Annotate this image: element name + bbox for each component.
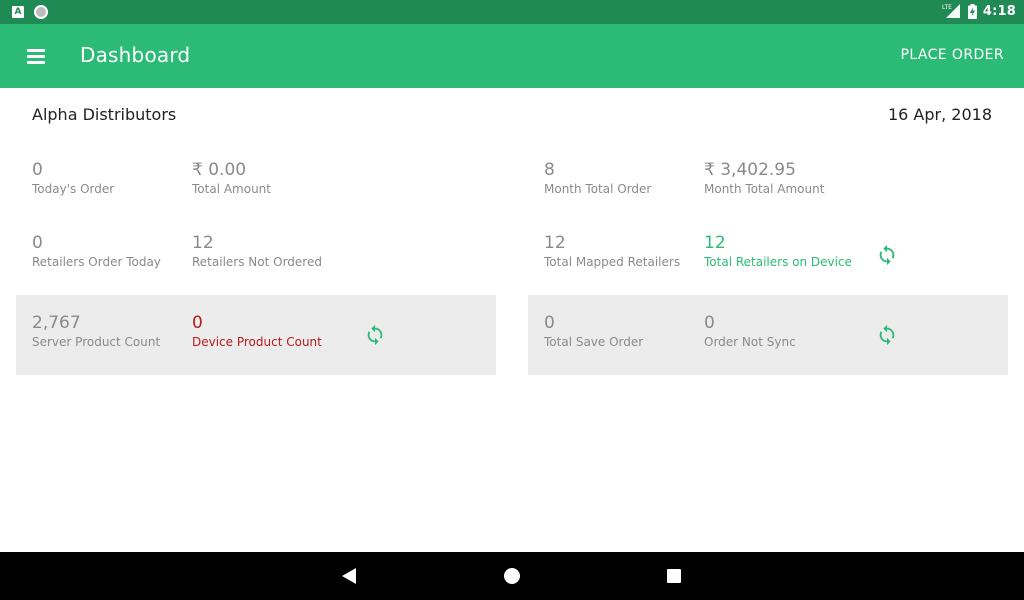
stat-label: Device Product Count (192, 335, 322, 349)
stat-value: ₹ 3,402.95 (704, 160, 796, 180)
stat-value: 0 (192, 313, 203, 333)
stat-label: Month Total Amount (704, 182, 825, 196)
stat-month-total-amount: ₹ 3,402.95 Month Total Amount (704, 160, 824, 197)
app-bar: Dashboard PLACE ORDER (0, 24, 1024, 88)
a-notification-icon: A (12, 6, 24, 18)
stat-label: Retailers Not Ordered (192, 255, 322, 269)
stat-value: 2,767 (32, 313, 81, 333)
sync-orders-icon[interactable] (876, 324, 898, 346)
status-bar-system: LTE 4:18 (942, 3, 1016, 19)
stat-server-product-count: 2,767 Server Product Count (32, 313, 160, 350)
current-date: 16 Apr, 2018 (887, 105, 992, 124)
stat-label: Retailers Order Today (32, 255, 161, 269)
stat-device-product-count: 0 Device Product Count (192, 313, 322, 350)
stat-value: 12 (544, 233, 566, 253)
status-time: 4:18 (982, 3, 1016, 19)
circle-notification-icon (34, 5, 48, 19)
home-icon[interactable] (504, 568, 520, 584)
hamburger-menu-icon[interactable] (27, 48, 45, 64)
stat-total-amount: ₹ 0.00 Total Amount (192, 160, 271, 197)
battery-charging-icon (967, 3, 977, 19)
stat-label: Total Retailers on Device (704, 255, 852, 269)
place-order-button[interactable]: PLACE ORDER (901, 47, 1004, 63)
stat-value: 0 (544, 313, 555, 333)
stat-retailers-not-ordered: 12 Retailers Not Ordered (192, 233, 322, 270)
stat-value: 8 (544, 160, 555, 180)
sync-products-icon[interactable] (364, 324, 386, 346)
recent-apps-icon[interactable] (667, 569, 681, 583)
stat-todays-order: 0 Today's Order (32, 160, 114, 197)
stat-total-mapped-retailers: 12 Total Mapped Retailers (544, 233, 680, 270)
stat-label: Month Total Order (544, 182, 652, 196)
stat-label: Server Product Count (32, 335, 161, 349)
stat-value: 0 (704, 313, 715, 333)
stat-label: Today's Order (32, 182, 115, 196)
stat-total-retailers-on-device: 12 Total Retailers on Device (704, 233, 852, 270)
status-bar: A LTE 4:18 (0, 0, 1024, 24)
stat-label: Total Mapped Retailers (544, 255, 681, 269)
stat-value: 0 (32, 160, 43, 180)
stat-order-not-sync: 0 Order Not Sync (704, 313, 796, 350)
stat-month-total-order: 8 Month Total Order (544, 160, 651, 197)
page-title: Dashboard (80, 43, 191, 67)
network-type-label: LTE (942, 4, 952, 11)
stat-retailers-order-today: 0 Retailers Order Today (32, 233, 161, 270)
stat-label: Total Amount (192, 182, 271, 196)
stat-total-save-order: 0 Total Save Order (544, 313, 643, 350)
stat-value: ₹ 0.00 (192, 160, 247, 180)
stat-label: Order Not Sync (704, 335, 796, 349)
status-bar-notifications: A (12, 5, 48, 19)
stat-value: 12 (704, 233, 726, 253)
stat-label: Total Save Order (544, 335, 644, 349)
back-icon[interactable] (342, 568, 356, 584)
stat-value: 12 (192, 233, 214, 253)
stat-value: 0 (32, 233, 43, 253)
company-name: Alpha Distributors (32, 105, 177, 124)
sync-retailers-icon[interactable] (876, 244, 898, 266)
system-nav-bar (0, 552, 1024, 600)
lte-signal-icon: LTE (942, 4, 960, 18)
